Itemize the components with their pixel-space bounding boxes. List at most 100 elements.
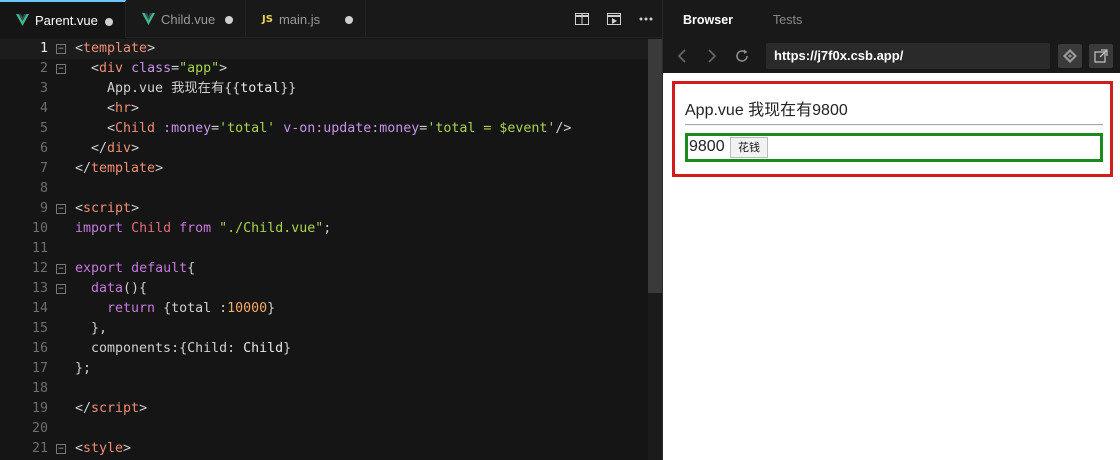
code-line[interactable]: 8 bbox=[0, 179, 648, 199]
code-token: > bbox=[219, 61, 228, 76]
code-line[interactable]: 1− <template> bbox=[0, 39, 648, 59]
code-token: Child bbox=[131, 221, 172, 236]
split-editor-icon[interactable] bbox=[566, 0, 598, 38]
tab-child-vue[interactable]: Child.vue bbox=[126, 0, 246, 38]
vue-icon bbox=[16, 14, 29, 26]
spend-money-button[interactable]: 花钱 bbox=[730, 137, 768, 158]
code-token: components:{Child: bbox=[75, 341, 244, 356]
line-number: 4 bbox=[39, 101, 48, 116]
code-text: data(){ bbox=[75, 279, 147, 299]
code-token: App.vue 我现在有{{ bbox=[75, 81, 241, 96]
code-line[interactable]: 10 import Child from "./Child.vue"; bbox=[0, 219, 648, 239]
tab-main-js[interactable]: JS main.js bbox=[246, 0, 366, 38]
line-number: 19 bbox=[31, 401, 48, 416]
preview-viewport: App.vue 我现在有9800 9800 花钱 bbox=[663, 73, 1120, 460]
code-token: } bbox=[283, 341, 292, 356]
js-icon: JS bbox=[262, 13, 273, 25]
code-line[interactable]: 6 </div> bbox=[0, 139, 648, 159]
code-line[interactable]: 21− <style> bbox=[0, 439, 648, 459]
code-token: }, bbox=[75, 321, 108, 336]
fold-toggle-icon[interactable]: − bbox=[56, 44, 66, 54]
unsaved-dot-icon bbox=[225, 16, 233, 24]
tab-browser[interactable]: Browser bbox=[663, 13, 753, 27]
preview-icon[interactable] bbox=[598, 0, 630, 38]
code-line[interactable]: 7 </template> bbox=[0, 159, 648, 179]
code-token: "app" bbox=[179, 61, 220, 76]
code-token: </ bbox=[75, 161, 92, 176]
code-token: script bbox=[91, 401, 140, 416]
code-line[interactable]: 12− export default{ bbox=[0, 259, 648, 279]
tab-label: main.js bbox=[278, 11, 321, 27]
line-number: 8 bbox=[39, 181, 48, 196]
code-line[interactable]: 9− <script> bbox=[0, 199, 648, 219]
code-token: (){ bbox=[123, 281, 148, 296]
refresh-icon[interactable] bbox=[727, 41, 757, 71]
fold-toggle-icon[interactable]: − bbox=[56, 264, 66, 274]
code-line[interactable]: 4 <hr> bbox=[0, 99, 648, 119]
code-token: "./Child.vue" bbox=[219, 221, 324, 236]
code-token: div bbox=[107, 141, 132, 156]
more-icon[interactable] bbox=[630, 0, 662, 38]
line-number: 5 bbox=[39, 121, 48, 136]
code-token: > bbox=[147, 41, 156, 56]
code-text: export default{ bbox=[75, 259, 195, 279]
code-area[interactable]: 1− <template> 2− <div class="app"> 3 App.vu… bbox=[0, 39, 662, 460]
code-token: = bbox=[211, 121, 220, 136]
money-value: 9800 bbox=[689, 138, 725, 155]
open-new-window-icon[interactable] bbox=[1089, 44, 1113, 68]
line-number: 9 bbox=[39, 201, 48, 216]
code-token: }; bbox=[75, 361, 92, 376]
code-token: < bbox=[75, 121, 116, 136]
fold-toggle-icon[interactable]: − bbox=[56, 64, 66, 74]
code-line[interactable]: 5 <Child :money='total' v-on:update:mone… bbox=[0, 119, 648, 139]
code-line[interactable]: 16 components:{Child: Child} bbox=[0, 339, 648, 359]
code-token: < bbox=[75, 41, 84, 56]
code-token: > bbox=[139, 401, 148, 416]
code-line[interactable]: 11 bbox=[0, 239, 648, 259]
code-token: { bbox=[187, 261, 196, 276]
url-input[interactable]: https://j7f0x.csb.app/ bbox=[766, 43, 1050, 69]
fold-toggle-icon[interactable]: − bbox=[56, 204, 66, 214]
fold-toggle-icon[interactable]: − bbox=[56, 444, 66, 454]
code-token: div bbox=[99, 61, 124, 76]
code-text: </div> bbox=[75, 139, 139, 159]
code-line[interactable]: 2− <div class="app"> bbox=[0, 59, 648, 79]
code-token: > bbox=[131, 201, 140, 216]
code-line[interactable]: 3 App.vue 我现在有{{total}} bbox=[0, 79, 648, 99]
parent-app-container: App.vue 我现在有9800 9800 花钱 bbox=[672, 81, 1113, 177]
code-token: v-on:update:money bbox=[283, 121, 420, 136]
code-token: }} bbox=[280, 81, 297, 96]
code-token: Child bbox=[115, 121, 156, 136]
forward-icon[interactable] bbox=[697, 41, 727, 71]
code-token: ; bbox=[323, 221, 332, 236]
tab-tests[interactable]: Tests bbox=[753, 13, 822, 27]
code-token: /> bbox=[555, 121, 572, 136]
code-token: < bbox=[75, 61, 100, 76]
tab-label: Parent.vue bbox=[35, 12, 98, 28]
code-token: :money bbox=[163, 121, 212, 136]
code-editor: Parent.vue Child.vue JS main.js 1 − <tem… bbox=[0, 0, 662, 460]
code-token: 'total = $event' bbox=[427, 121, 556, 136]
code-line[interactable]: 20 bbox=[0, 419, 648, 439]
browser-panel: Browser Tests https://j7f0x.csb.app/ App… bbox=[662, 0, 1120, 460]
codesandbox-icon[interactable] bbox=[1058, 44, 1082, 68]
back-icon[interactable] bbox=[667, 41, 697, 71]
fold-toggle-icon[interactable]: − bbox=[56, 284, 66, 294]
code-line[interactable]: 18 bbox=[0, 379, 648, 399]
code-text: }; bbox=[75, 359, 91, 379]
code-line[interactable]: 15 }, bbox=[0, 319, 648, 339]
code-line[interactable]: 19 </script> bbox=[0, 399, 648, 419]
code-line[interactable]: 13− data(){ bbox=[0, 279, 648, 299]
browser-tab-bar: Browser Tests bbox=[663, 0, 1120, 40]
code-line[interactable]: 14 return {total :10000} bbox=[0, 299, 648, 319]
code-token: </ bbox=[75, 401, 92, 416]
tab-parent-vue[interactable]: Parent.vue bbox=[0, 0, 126, 38]
code-token: {total : bbox=[155, 301, 228, 316]
code-line[interactable]: 17}; bbox=[0, 359, 648, 379]
page-title: App.vue 我现在有9800 bbox=[685, 102, 848, 119]
